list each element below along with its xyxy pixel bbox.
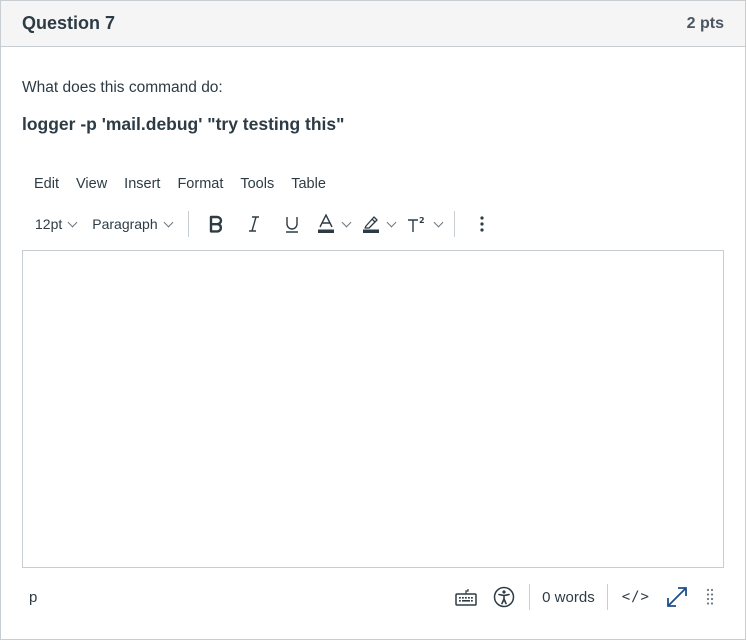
- word-count[interactable]: 0 words: [536, 589, 601, 606]
- block-format-value: Paragraph: [92, 216, 158, 232]
- toolbar-divider: [453, 211, 455, 237]
- underline-icon: [285, 217, 298, 233]
- element-path[interactable]: p: [29, 589, 447, 606]
- editor-statusbar: p 0 words </>: [22, 568, 724, 626]
- italic-button[interactable]: [235, 208, 273, 240]
- more-vertical-icon: [480, 216, 484, 232]
- superscript-icon: 2: [407, 216, 425, 232]
- menu-insert[interactable]: Insert: [124, 176, 160, 192]
- accessibility-icon: [493, 586, 515, 608]
- question-points: 2 pts: [686, 14, 724, 32]
- menu-format[interactable]: Format: [177, 176, 223, 192]
- html-editor-toggle[interactable]: </>: [614, 589, 658, 605]
- question-body: What does this command do: logger -p 'ma…: [1, 79, 745, 626]
- chevron-down-icon: [341, 217, 352, 227]
- more-button[interactable]: [463, 208, 501, 240]
- question-command: logger -p 'mail.debug' "try testing this…: [22, 114, 345, 134]
- fullscreen-button[interactable]: [658, 582, 696, 612]
- text-color-icon: [317, 214, 334, 233]
- editor-content-area[interactable]: [22, 250, 724, 568]
- fullscreen-icon: [667, 587, 687, 607]
- font-size-value: 12pt: [35, 216, 63, 232]
- editor-menubar: Edit View Insert Format Tools Table: [22, 171, 724, 197]
- question-prompt: What does this command do:: [22, 79, 223, 96]
- question-title: Question 7: [22, 13, 116, 33]
- resize-handle[interactable]: [696, 582, 724, 612]
- keyboard-shortcuts-button[interactable]: [447, 582, 485, 612]
- question-header: Question 7 2 pts: [1, 1, 745, 47]
- menu-table[interactable]: Table: [291, 176, 326, 192]
- keyboard-icon: [455, 589, 477, 606]
- toolbar-divider: [187, 211, 189, 237]
- chevron-down-icon: [433, 217, 444, 227]
- font-size-select[interactable]: 12pt: [35, 216, 78, 232]
- accessibility-checker-button[interactable]: [485, 582, 523, 612]
- italic-icon: [248, 216, 259, 232]
- question-card: Question 7 2 pts What does this command …: [0, 0, 746, 640]
- chevron-down-icon: [67, 217, 78, 227]
- chevron-down-icon: [386, 217, 397, 227]
- menu-tools[interactable]: Tools: [240, 176, 274, 192]
- underline-button[interactable]: [273, 208, 311, 240]
- svg-text:2: 2: [419, 216, 425, 225]
- statusbar-divider: [606, 584, 608, 610]
- highlight-color-button[interactable]: [356, 208, 401, 240]
- highlight-icon: [362, 216, 379, 233]
- bold-button[interactable]: [197, 208, 235, 240]
- bold-icon: [209, 215, 222, 233]
- chevron-down-icon: [163, 217, 174, 227]
- superscript-button[interactable]: 2: [401, 208, 448, 240]
- editor-toolbar: 12pt Paragraph 2: [22, 205, 724, 243]
- menu-edit[interactable]: Edit: [34, 176, 59, 192]
- block-format-select[interactable]: Paragraph: [92, 216, 174, 232]
- resize-handle-icon: [706, 588, 714, 605]
- menu-view[interactable]: View: [76, 176, 107, 192]
- text-color-button[interactable]: [311, 208, 356, 240]
- statusbar-divider: [529, 584, 531, 610]
